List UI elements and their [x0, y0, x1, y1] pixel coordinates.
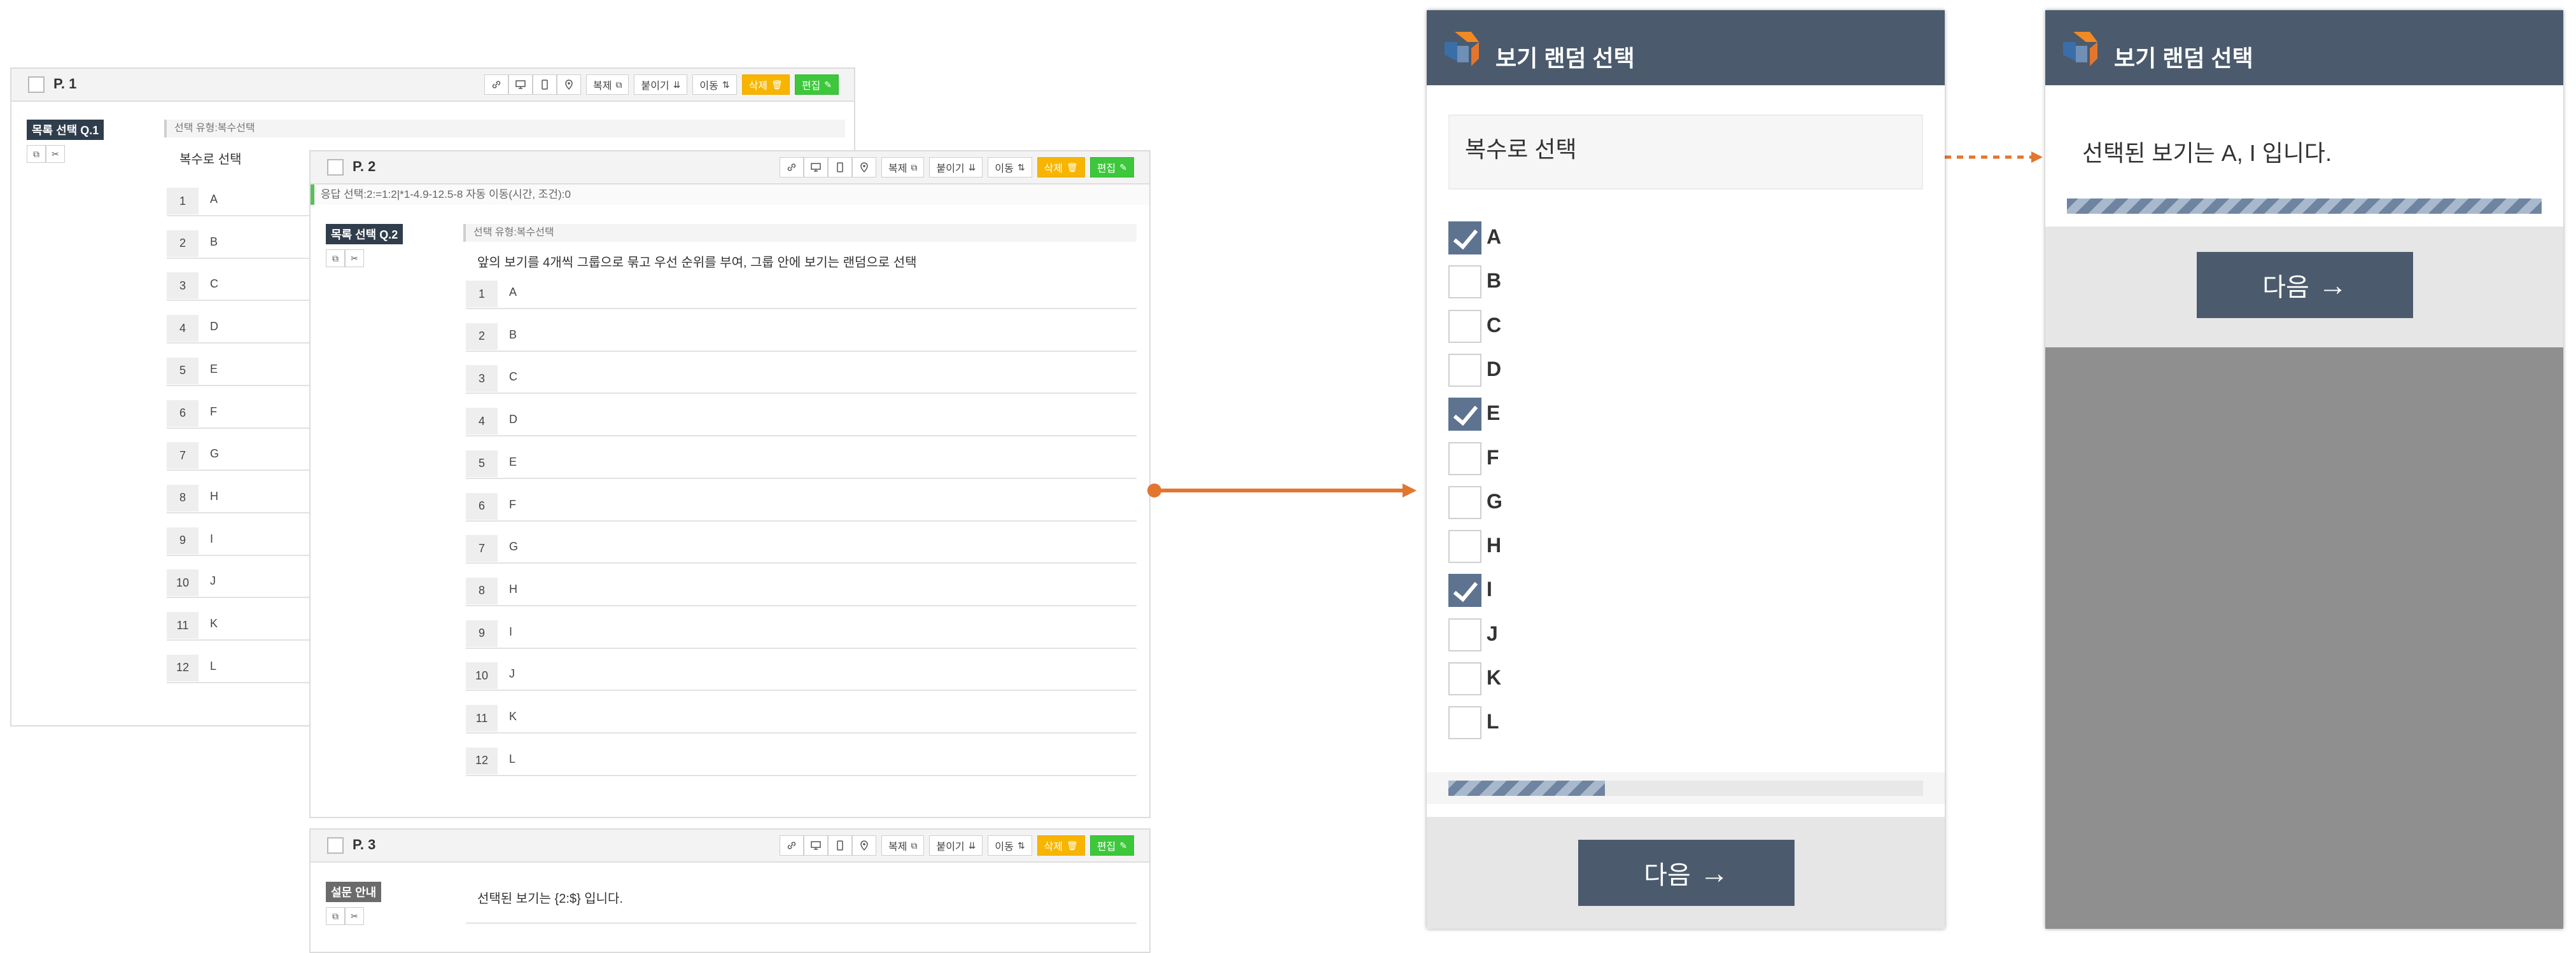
checkbox-option[interactable]: B — [1448, 265, 1830, 299]
next-label: 다음 — [2262, 274, 2309, 302]
checkbox-option[interactable]: I — [1448, 574, 1830, 608]
checkbox-label: A — [1487, 225, 1502, 248]
preview-title: 보기 랜덤 선택 — [1495, 45, 1635, 71]
progress-bar — [2067, 198, 2542, 214]
checkbox-label: C — [1487, 313, 1502, 337]
progress-area — [1427, 772, 1945, 804]
checkbox-label: I — [1487, 578, 1492, 601]
arrow-right-icon: → — [1699, 856, 1729, 889]
progress-fill — [1448, 781, 1606, 796]
progress-bar — [1448, 781, 1923, 796]
preview-footer: 다음 → — [2045, 226, 2563, 347]
connector-arrowhead-dashed — [2031, 151, 2043, 163]
question-box: 복수로 선택 — [1448, 115, 1923, 190]
checkbox-option[interactable]: C — [1448, 309, 1830, 343]
checkbox-unchecked[interactable] — [1448, 442, 1481, 475]
checkbox-label: D — [1487, 357, 1502, 380]
checkbox-label: G — [1487, 489, 1502, 513]
checkbox-option[interactable]: H — [1448, 530, 1830, 564]
checkbox-unchecked[interactable] — [1448, 706, 1481, 740]
connector-arrowhead — [1403, 483, 1417, 497]
result-message: 선택된 보기는 A, I 입니다. — [2082, 140, 2332, 166]
checkbox-unchecked[interactable] — [1448, 618, 1481, 651]
checkbox-option[interactable]: F — [1448, 442, 1830, 475]
checkbox-option[interactable]: K — [1448, 662, 1830, 695]
checkbox-checked[interactable] — [1448, 221, 1481, 254]
checkbox-unchecked[interactable] — [1448, 309, 1481, 343]
checkbox-label: L — [1487, 710, 1499, 734]
checkbox-label: F — [1487, 445, 1499, 469]
mobile-preview-result: 보기 랜덤 선택 선택된 보기는 A, I 입니다. 다음 → — [2045, 10, 2563, 929]
preview-title: 보기 랜덤 선택 — [2114, 45, 2253, 71]
checkbox-label: K — [1487, 666, 1502, 689]
empty-area — [2045, 347, 2563, 929]
checkbox-label: B — [1487, 269, 1502, 293]
app-logo — [1445, 32, 1479, 66]
checkbox-option[interactable]: L — [1448, 706, 1830, 740]
checkbox-label: J — [1487, 622, 1498, 645]
mobile-preview-question: 보기 랜덤 선택 복수로 선택 ABCDEFGHIJKL 다음 → — [1427, 10, 1945, 929]
next-button[interactable]: 다음 → — [2197, 252, 2413, 318]
checkbox-unchecked[interactable] — [1448, 265, 1481, 299]
next-label: 다음 — [1644, 861, 1691, 889]
checkbox-option[interactable]: G — [1448, 485, 1830, 519]
checkbox-option[interactable]: J — [1448, 618, 1830, 651]
checkbox-option[interactable]: D — [1448, 353, 1830, 387]
checkbox-unchecked[interactable] — [1448, 353, 1481, 387]
arrow-right-icon: → — [2318, 268, 2348, 302]
preview-header: 보기 랜덤 선택 — [1427, 10, 1945, 85]
checkbox-label: E — [1487, 401, 1501, 425]
checkbox-checked[interactable] — [1448, 398, 1481, 431]
app-logo — [2063, 32, 2097, 66]
checkbox-option[interactable]: A — [1448, 221, 1830, 254]
checkbox-option[interactable]: E — [1448, 398, 1830, 431]
preview-footer: 다음 → — [1427, 817, 1945, 929]
checkbox-unchecked[interactable] — [1448, 662, 1481, 695]
checkbox-unchecked[interactable] — [1448, 485, 1481, 519]
question-text: 복수로 선택 — [1465, 136, 1577, 162]
checkbox-label: H — [1487, 534, 1502, 557]
preview-header: 보기 랜덤 선택 — [2045, 10, 2563, 85]
progress-fill — [2067, 198, 2542, 214]
checkbox-unchecked[interactable] — [1448, 530, 1481, 564]
checkbox-checked[interactable] — [1448, 574, 1481, 608]
next-button[interactable]: 다음 → — [1578, 840, 1795, 906]
